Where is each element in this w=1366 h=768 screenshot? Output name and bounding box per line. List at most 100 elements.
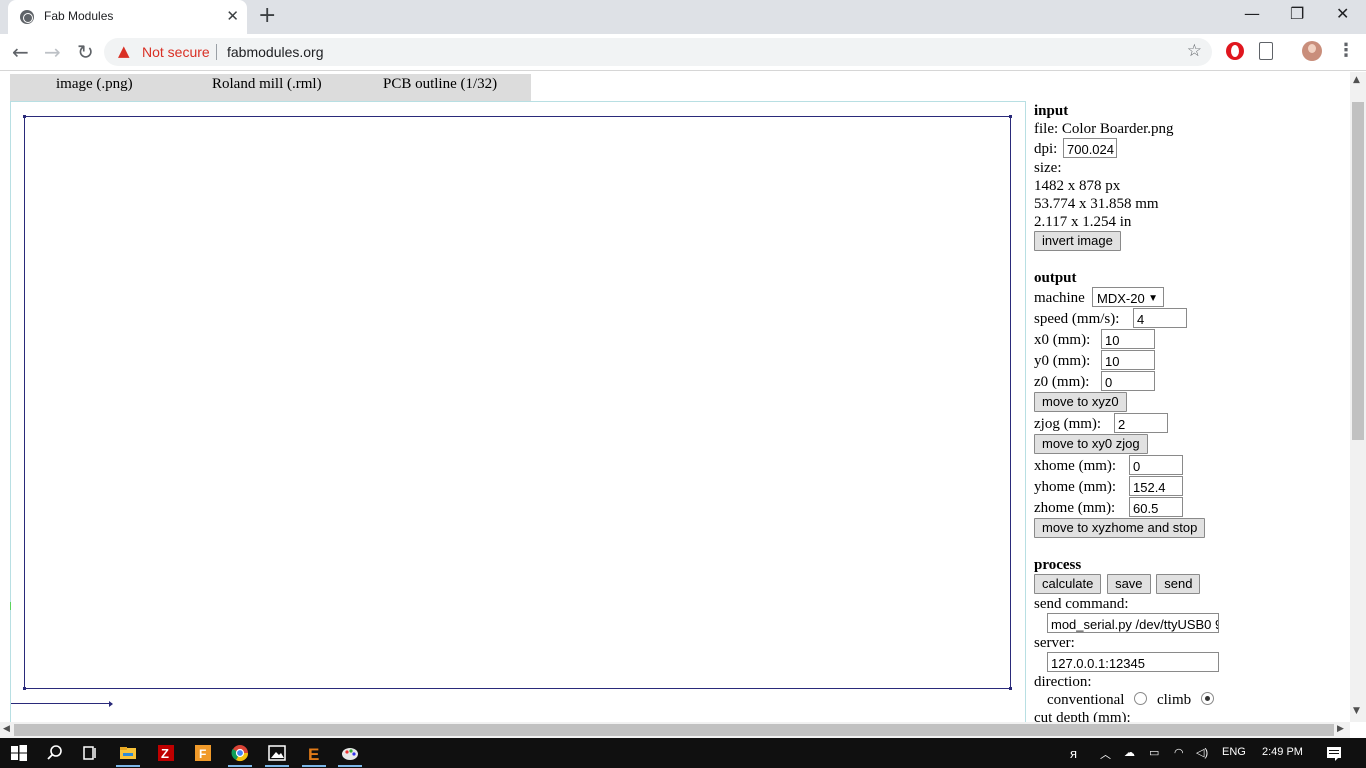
zjog-input[interactable]: 2	[1114, 413, 1168, 433]
battery-icon[interactable]: ▭	[1149, 746, 1159, 759]
warning-icon[interactable]: ▲	[118, 42, 130, 60]
active-indicator	[116, 765, 140, 767]
paint-icon[interactable]	[341, 744, 359, 762]
profile-avatar[interactable]	[1302, 41, 1322, 61]
climb-radio[interactable]	[1200, 692, 1214, 705]
window-close-icon[interactable]: ✕	[1336, 4, 1349, 23]
minimize-icon[interactable]: —	[1244, 4, 1260, 23]
tab-close-icon[interactable]: ✕	[226, 7, 239, 25]
chevron-down-icon: ▼	[1148, 293, 1158, 304]
y0-row: y0 (mm): 10	[1034, 350, 1334, 371]
filezilla-icon[interactable]: Z	[157, 744, 175, 762]
dpi-input[interactable]: 700.024	[1063, 138, 1117, 158]
active-indicator	[302, 765, 326, 767]
machine-row: machine MDX-20 ▼	[1034, 287, 1334, 308]
svg-text:Z: Z	[161, 746, 169, 761]
speed-label: speed (mm/s):	[1034, 311, 1120, 327]
task-view-icon[interactable]	[81, 744, 99, 762]
divider	[216, 44, 217, 60]
scroll-up-icon[interactable]: ▲	[1353, 75, 1360, 85]
security-label[interactable]: Not secure	[142, 44, 210, 60]
language-indicator[interactable]: ENG	[1222, 746, 1246, 758]
photos-icon[interactable]	[268, 744, 286, 762]
scroll-right-icon[interactable]: ▶	[1337, 724, 1344, 734]
star-icon[interactable]: ☆	[1187, 41, 1202, 61]
x0-row: x0 (mm): 10	[1034, 329, 1334, 350]
notifications-icon[interactable]	[1325, 744, 1343, 762]
svg-text:F: F	[199, 747, 206, 761]
opera-extension-icon[interactable]	[1226, 42, 1244, 60]
fusion-icon[interactable]: F	[194, 744, 212, 762]
move-to-xyz0-button[interactable]: move to xyz0	[1034, 392, 1127, 412]
vertical-scroll-thumb[interactable]	[1352, 102, 1364, 440]
document-extension-icon[interactable]	[1259, 42, 1273, 60]
machine-label: machine	[1034, 290, 1085, 306]
tab-title: Fab Modules	[44, 9, 114, 23]
size-in: 2.117 x 1.254 in	[1034, 214, 1132, 230]
module-menubar: image (.png) Roland mill (.rml) PCB outl…	[10, 74, 531, 102]
process-menu[interactable]: PCB outline (1/32)	[383, 76, 497, 93]
chrome-icon[interactable]	[231, 744, 249, 762]
scroll-left-icon[interactable]: ◀	[3, 724, 10, 734]
eagle-icon[interactable]: E	[305, 744, 323, 762]
z0-row: z0 (mm): 0	[1034, 371, 1334, 392]
x0-input[interactable]: 10	[1101, 329, 1155, 349]
horizontal-scrollbar[interactable]: ◀ ▶	[0, 722, 1350, 738]
active-indicator	[338, 765, 362, 767]
calculate-button[interactable]: calculate	[1034, 574, 1102, 594]
output-heading: output	[1034, 270, 1077, 286]
horizontal-scroll-thumb[interactable]	[14, 724, 1334, 736]
xhome-input[interactable]: 0	[1129, 455, 1183, 475]
zhome-input[interactable]: 60.5	[1129, 497, 1183, 517]
address-bar[interactable]: ▲ Not secure fabmodules.org ☆	[104, 38, 1212, 66]
send-command-input[interactable]: mod_serial.py /dev/ttyUSB0 9	[1047, 613, 1219, 633]
file-explorer-icon[interactable]	[119, 744, 137, 762]
new-tab-icon[interactable]: +	[258, 3, 276, 28]
conventional-label: conventional	[1047, 692, 1125, 708]
toolpath-canvas[interactable]	[10, 101, 1026, 722]
url-text[interactable]: fabmodules.org	[227, 44, 324, 60]
start-icon[interactable]	[10, 744, 28, 762]
machine-select[interactable]: MDX-20 ▼	[1092, 287, 1164, 307]
restore-icon[interactable]: ❐	[1290, 4, 1304, 23]
menu-icon[interactable]: ⋮	[1337, 40, 1355, 61]
send-command-label: send command:	[1034, 596, 1129, 612]
yhome-label: yhome (mm):	[1034, 479, 1117, 495]
input-format-menu[interactable]: image (.png)	[56, 76, 133, 93]
wifi-icon[interactable]: ◠	[1174, 746, 1184, 759]
move-to-xy0-zjog-button[interactable]: move to xy0 zjog	[1034, 434, 1148, 454]
z0-label: z0 (mm):	[1034, 374, 1090, 390]
tab-strip: Fab Modules ✕ + — ❐ ✕	[0, 0, 1366, 34]
pcb-outline-path	[24, 116, 1011, 689]
yhome-input[interactable]: 152.4	[1129, 476, 1183, 496]
forward-icon[interactable]: →	[44, 40, 61, 64]
zhome-row: zhome (mm): 60.5	[1034, 497, 1334, 518]
server-input[interactable]: 127.0.0.1:12345	[1047, 652, 1219, 672]
volume-icon[interactable]: ◁)	[1196, 746, 1208, 759]
reload-icon[interactable]: ↻	[77, 40, 94, 64]
z0-input[interactable]: 0	[1101, 371, 1155, 391]
search-icon[interactable]	[46, 744, 64, 762]
path-vertex	[23, 687, 26, 690]
vertical-scrollbar[interactable]: ▲ ▼	[1350, 72, 1366, 722]
y0-input[interactable]: 10	[1101, 350, 1155, 370]
people-icon[interactable]: ᴙ	[1070, 746, 1077, 761]
cut-depth-label: cut depth (mm):	[1034, 710, 1131, 722]
output-format-menu[interactable]: Roland mill (.rml)	[212, 76, 322, 93]
save-button[interactable]: save	[1107, 574, 1151, 594]
tab-fab-modules[interactable]: Fab Modules ✕	[8, 0, 247, 34]
conventional-radio[interactable]	[1134, 692, 1148, 705]
move-to-xyzhome-button[interactable]: move to xyzhome and stop	[1034, 518, 1206, 538]
back-icon[interactable]: ←	[12, 40, 29, 64]
invert-image-button[interactable]: invert image	[1034, 231, 1121, 251]
y0-label: y0 (mm):	[1034, 353, 1091, 369]
chevron-up-icon[interactable]: ︿	[1100, 746, 1111, 762]
server-label: server:	[1034, 635, 1075, 651]
clock[interactable]: 2:49 PM	[1262, 746, 1303, 758]
x-axis-line	[11, 703, 112, 704]
send-button[interactable]: send	[1156, 574, 1201, 594]
scroll-down-icon[interactable]: ▼	[1353, 706, 1360, 716]
cloud-icon[interactable]: ☁	[1124, 746, 1135, 759]
settings-panel: input file: Color Boarder.png dpi: 700.0…	[1034, 102, 1334, 722]
speed-input[interactable]: 4	[1133, 308, 1187, 328]
